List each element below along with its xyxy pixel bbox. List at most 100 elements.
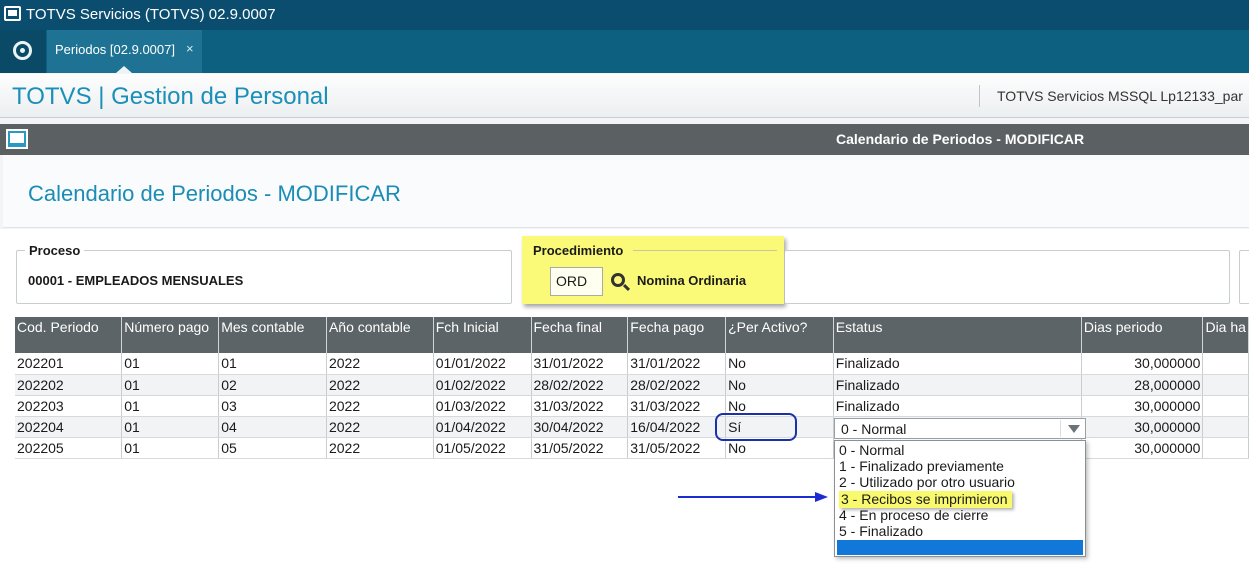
estatus-select[interactable]: 0 - Normal xyxy=(834,418,1086,439)
cell-cod-periodo[interactable]: 202202 xyxy=(15,374,123,396)
col-header-fch-inicial[interactable]: Fch Inicial xyxy=(433,317,532,353)
cell-mes-contable[interactable]: 01 xyxy=(218,353,327,375)
tab-periodos[interactable]: Periodos [02.9.0007] × xyxy=(47,30,202,73)
app-brand-title: TOTVS | Gestion de Personal xyxy=(12,83,329,110)
estatus-dropdown-list: 0 - Normal 1 - Finalizado previamente 2 … xyxy=(834,440,1086,557)
empty-group-right xyxy=(1239,250,1249,304)
proceso-label: Proceso xyxy=(25,243,85,258)
app-window-icon xyxy=(4,6,21,21)
estatus-select-value: 0 - Normal xyxy=(841,421,907,437)
cell-estatus[interactable]: Finalizado xyxy=(833,353,1082,375)
cell-per-activo[interactable]: No xyxy=(725,374,834,396)
cell-dia-ha[interactable] xyxy=(1202,353,1249,375)
cell-fecha-pago[interactable]: 28/02/2022 xyxy=(627,374,727,396)
table-row[interactable]: 202202 01 02 2022 01/02/2022 28/02/2022 … xyxy=(15,374,1249,396)
cell-dia-ha[interactable] xyxy=(1202,416,1249,438)
empty-group xyxy=(785,250,1230,304)
tab-close-icon[interactable]: × xyxy=(186,41,194,56)
cell-fecha-final[interactable]: 31/05/2022 xyxy=(531,437,629,459)
cell-fch-inicial[interactable]: 01/03/2022 xyxy=(433,395,532,417)
dialog-window-icon xyxy=(6,129,28,149)
chevron-down-icon[interactable] xyxy=(1060,420,1085,437)
dialog-title: Calendario de Periodos - MODIFICAR xyxy=(836,131,1085,147)
procedimiento-code-input[interactable]: ORD xyxy=(550,267,603,296)
col-header-anio-contable[interactable]: Año contable xyxy=(326,317,434,353)
cell-mes-contable[interactable]: 04 xyxy=(218,416,327,438)
cell-fecha-pago[interactable]: 16/04/2022 xyxy=(627,416,727,438)
cell-dia-ha[interactable] xyxy=(1202,395,1249,417)
col-header-mes-contable[interactable]: Mes contable xyxy=(218,317,327,353)
cell-anio-contable[interactable]: 2022 xyxy=(326,353,434,375)
cell-fecha-final[interactable]: 28/02/2022 xyxy=(531,374,629,396)
cell-dia-ha[interactable] xyxy=(1202,374,1249,396)
cell-dias-periodo[interactable]: 30,000000 xyxy=(1081,437,1204,459)
cell-dias-periodo[interactable]: 30,000000 xyxy=(1081,353,1204,375)
cell-cod-periodo[interactable]: 202203 xyxy=(15,395,123,417)
cell-numero-pago[interactable]: 01 xyxy=(121,353,220,375)
cell-dias-periodo[interactable]: 30,000000 xyxy=(1081,416,1204,438)
cell-numero-pago[interactable]: 01 xyxy=(121,416,220,438)
cell-dias-periodo[interactable]: 28,000000 xyxy=(1081,374,1204,396)
estatus-option-4[interactable]: 4 - En proceso de cierre xyxy=(839,507,988,524)
tab-bar: Periodos [02.9.0007] × xyxy=(0,30,1249,73)
environment-label: TOTVS Servicios MSSQL Lp12133_par xyxy=(997,88,1243,104)
estatus-option-5[interactable]: 5 - Finalizado xyxy=(839,523,923,540)
table-row[interactable]: 202201 01 01 2022 01/01/2022 31/01/2022 … xyxy=(15,353,1249,375)
cell-fch-inicial[interactable]: 01/02/2022 xyxy=(433,374,532,396)
procedimiento-description: Nomina Ordinaria xyxy=(637,273,747,288)
cell-cod-periodo[interactable]: 202204 xyxy=(15,416,123,438)
cell-anio-contable[interactable]: 2022 xyxy=(326,395,434,417)
col-header-per-activo[interactable]: ¿Per Activo? xyxy=(725,317,834,353)
cell-fecha-pago[interactable]: 31/03/2022 xyxy=(627,395,727,417)
cell-anio-contable[interactable]: 2022 xyxy=(326,416,434,438)
cell-fecha-final[interactable]: 31/01/2022 xyxy=(531,353,629,375)
page-title: Calendario de Periodos - MODIFICAR xyxy=(28,181,401,206)
cell-mes-contable[interactable]: 05 xyxy=(218,437,327,459)
estatus-option-1[interactable]: 1 - Finalizado previamente xyxy=(839,458,1004,475)
cell-fch-inicial[interactable]: 01/04/2022 xyxy=(433,416,532,438)
app-header: TOTVS | Gestion de Personal TOTVS Servic… xyxy=(0,74,1249,118)
estatus-option-3[interactable]: 3 - Recibos se imprimieron xyxy=(839,491,1012,508)
active-period-annotation xyxy=(715,413,797,441)
search-icon[interactable] xyxy=(611,273,625,287)
dialog-titlebar: Calendario de Periodos - MODIFICAR xyxy=(0,124,1249,155)
cell-fch-inicial[interactable]: 01/05/2022 xyxy=(433,437,532,459)
col-header-estatus[interactable]: Estatus xyxy=(833,317,1082,353)
table-row[interactable]: 202203 01 03 2022 01/03/2022 31/03/2022 … xyxy=(15,395,1249,417)
cell-cod-periodo[interactable]: 202201 xyxy=(15,353,123,375)
col-header-dias-periodo[interactable]: Dias periodo xyxy=(1081,317,1204,353)
cell-dias-periodo[interactable]: 30,000000 xyxy=(1081,395,1204,417)
cell-anio-contable[interactable]: 2022 xyxy=(326,437,434,459)
window-title: TOTVS Servicios (TOTVS) 02.9.0007 xyxy=(26,6,276,23)
col-header-fecha-pago[interactable]: Fecha pago xyxy=(627,317,727,353)
cell-fecha-final[interactable]: 30/04/2022 xyxy=(531,416,629,438)
annotation-arrowhead-icon xyxy=(815,492,828,502)
col-header-dia-ha[interactable]: Dia ha xyxy=(1202,317,1249,353)
annotation-arrow xyxy=(678,496,818,498)
header-divider xyxy=(979,85,980,107)
cell-cod-periodo[interactable]: 202205 xyxy=(15,437,123,459)
cell-fecha-pago[interactable]: 31/01/2022 xyxy=(627,353,727,375)
cell-estatus[interactable]: Finalizado xyxy=(833,395,1082,417)
totvs-logo-button[interactable] xyxy=(0,30,46,73)
col-header-numero-pago[interactable]: Número pago xyxy=(121,317,220,353)
estatus-option-empty-selected[interactable] xyxy=(837,540,1083,555)
cell-dia-ha[interactable] xyxy=(1202,437,1249,459)
cell-numero-pago[interactable]: 01 xyxy=(121,437,220,459)
col-header-cod-periodo[interactable]: Cod. Periodo xyxy=(15,317,123,353)
estatus-option-0[interactable]: 0 - Normal xyxy=(839,442,904,459)
cell-fecha-pago[interactable]: 31/05/2022 xyxy=(627,437,727,459)
cell-mes-contable[interactable]: 03 xyxy=(218,395,327,417)
cell-anio-contable[interactable]: 2022 xyxy=(326,374,434,396)
cell-per-activo[interactable]: No xyxy=(725,353,834,375)
window-titlebar: TOTVS Servicios (TOTVS) 02.9.0007 xyxy=(0,0,1249,30)
cell-fch-inicial[interactable]: 01/01/2022 xyxy=(433,353,532,375)
cell-numero-pago[interactable]: 01 xyxy=(121,374,220,396)
cell-numero-pago[interactable]: 01 xyxy=(121,395,220,417)
col-header-fecha-final[interactable]: Fecha final xyxy=(531,317,629,353)
cell-estatus[interactable]: Finalizado xyxy=(833,374,1082,396)
cell-mes-contable[interactable]: 02 xyxy=(218,374,327,396)
estatus-option-2[interactable]: 2 - Utilizado por otro usuario xyxy=(839,474,1015,491)
cell-fecha-final[interactable]: 31/03/2022 xyxy=(531,395,629,417)
group-border-line xyxy=(633,250,777,251)
